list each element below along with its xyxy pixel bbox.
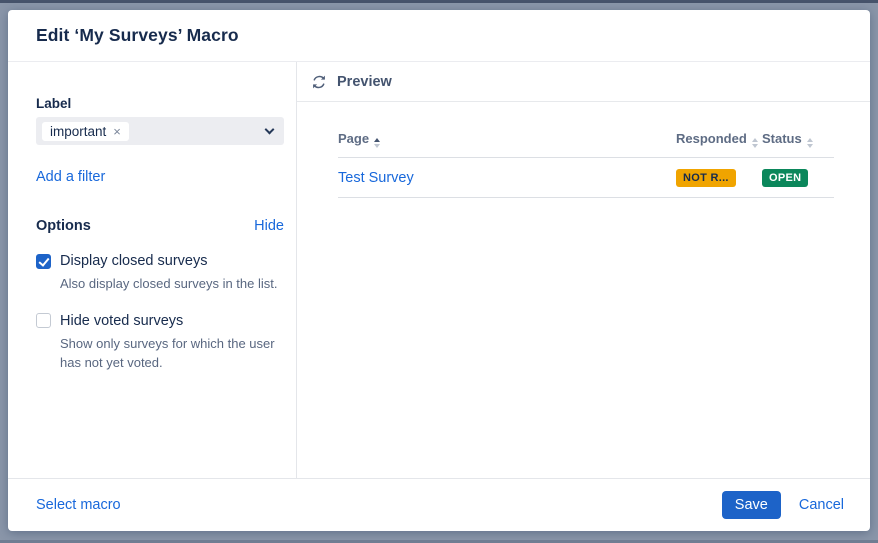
- label-select[interactable]: important ×: [36, 117, 284, 145]
- parameters-panel: Label important × Add a filter Options H…: [8, 62, 296, 478]
- preview-body: Page Responded Status Test Surv: [297, 102, 870, 198]
- preview-header: Preview: [297, 62, 870, 102]
- preview-panel: Preview Page Responded Status: [296, 62, 870, 478]
- label-field-label: Label: [36, 96, 284, 111]
- dialog-body: Label important × Add a filter Options H…: [8, 62, 870, 478]
- option-display-closed: Display closed surveys Also display clos…: [36, 253, 284, 294]
- checkbox-label[interactable]: Display closed surveys: [60, 253, 207, 269]
- table-row: Test Survey NOT R... OPEN: [338, 158, 834, 198]
- label-tag-text: important: [50, 124, 106, 139]
- footer-actions: Save Cancel: [722, 491, 844, 519]
- select-macro-link[interactable]: Select macro: [36, 497, 121, 513]
- cancel-link[interactable]: Cancel: [799, 497, 844, 513]
- checkbox-description: Show only surveys for which the user has…: [60, 334, 278, 373]
- survey-page-link[interactable]: Test Survey: [338, 170, 414, 186]
- add-filter-link[interactable]: Add a filter: [36, 169, 105, 185]
- dialog-header: Edit ‘My Surveys’ Macro: [8, 10, 870, 62]
- macro-edit-dialog: Edit ‘My Surveys’ Macro Label important …: [8, 10, 870, 531]
- column-header-status[interactable]: Status: [762, 131, 834, 158]
- hide-options-link[interactable]: Hide: [254, 218, 284, 234]
- remove-tag-icon[interactable]: ×: [113, 125, 121, 138]
- preview-title: Preview: [337, 74, 392, 90]
- options-row: Options Hide: [36, 218, 284, 234]
- checkbox-label[interactable]: Hide voted surveys: [60, 313, 183, 329]
- sort-icon: [752, 138, 758, 148]
- column-header-responded[interactable]: Responded: [676, 131, 762, 158]
- chevron-down-icon: [265, 124, 275, 134]
- sort-icon: [807, 138, 813, 148]
- sort-ascending-icon: [374, 138, 380, 148]
- status-badge: OPEN: [762, 169, 808, 187]
- options-heading: Options: [36, 218, 91, 234]
- dialog-footer: Select macro Save Cancel: [8, 478, 870, 531]
- save-button[interactable]: Save: [722, 491, 781, 519]
- table-header-row: Page Responded Status: [338, 131, 834, 158]
- dialog-title: Edit ‘My Surveys’ Macro: [36, 25, 239, 46]
- checkbox-description: Also display closed surveys in the list.: [60, 274, 278, 294]
- refresh-icon[interactable]: [311, 74, 327, 90]
- surveys-table: Page Responded Status Test Surv: [338, 131, 834, 198]
- checkbox-display-closed-surveys[interactable]: [36, 254, 51, 269]
- column-header-page[interactable]: Page: [338, 131, 676, 158]
- option-hide-voted: Hide voted surveys Show only surveys for…: [36, 313, 284, 373]
- checkbox-hide-voted-surveys[interactable]: [36, 313, 51, 328]
- responded-badge: NOT R...: [676, 169, 736, 187]
- label-tag-chip: important ×: [42, 122, 129, 141]
